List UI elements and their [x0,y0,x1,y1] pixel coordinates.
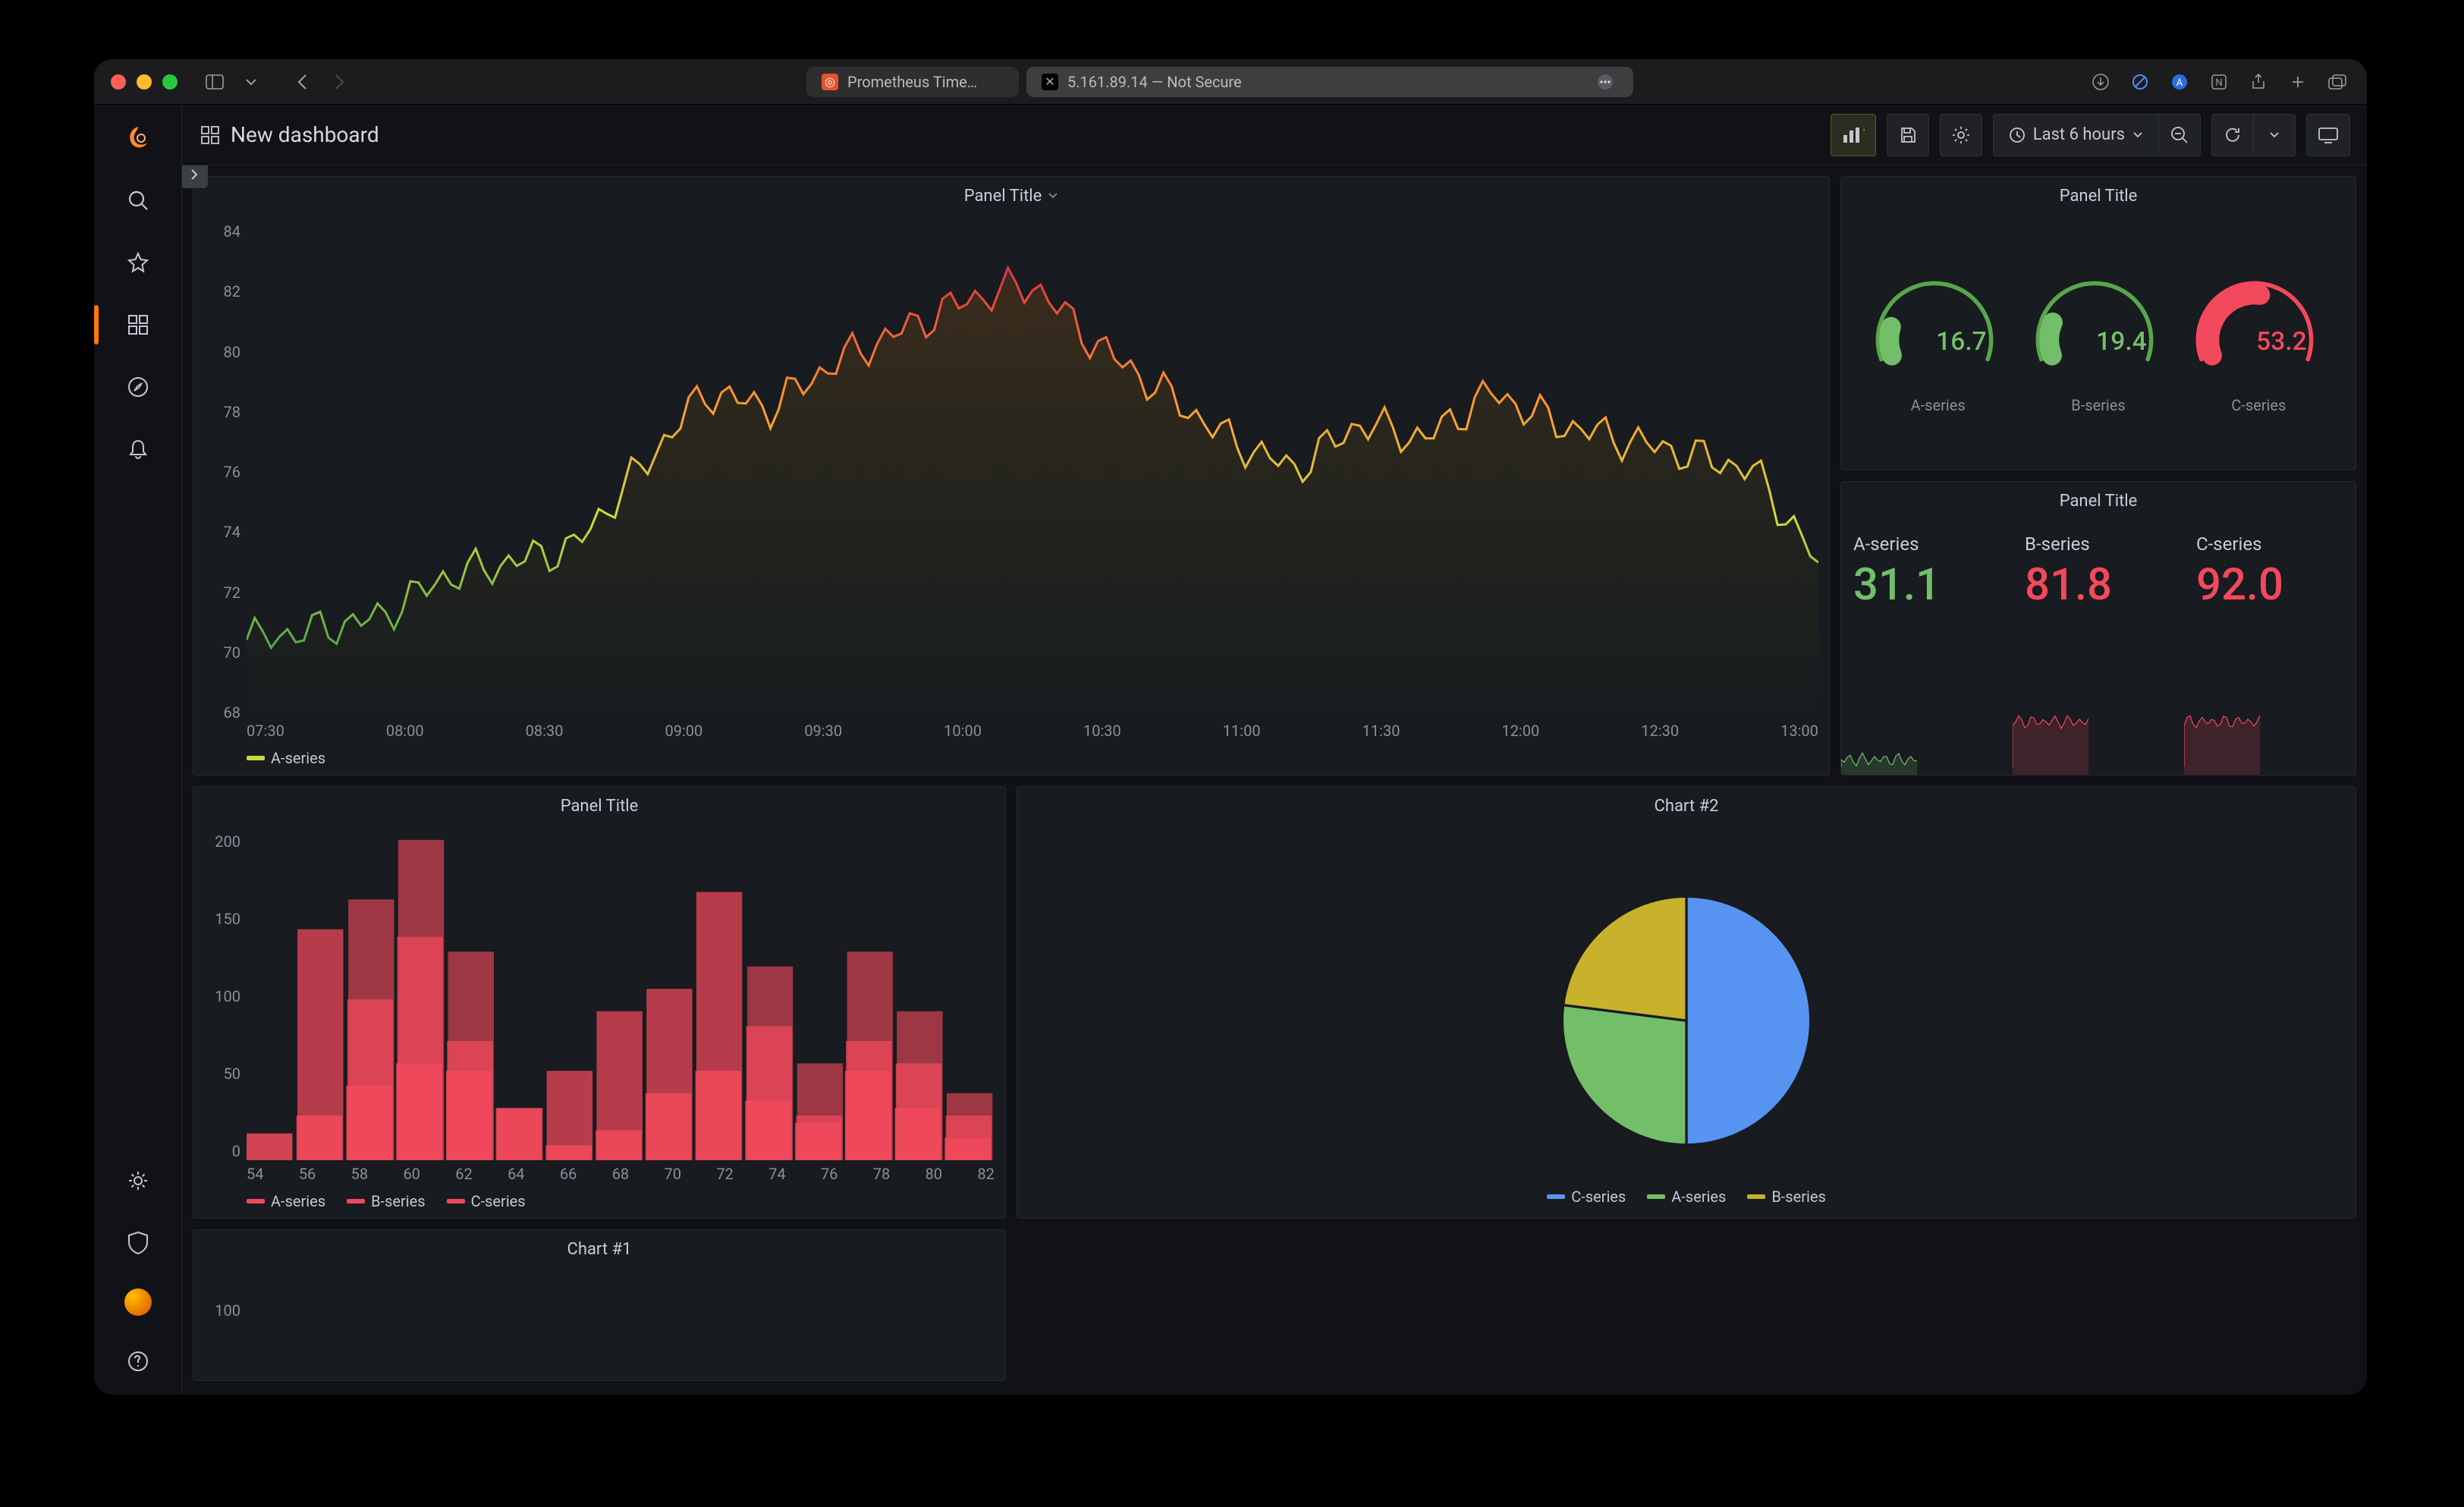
panel-pie[interactable]: Chart #2 C-series A-series B-series [1017,786,2356,1219]
y-axis: 100 [203,1271,240,1380]
grafana-favicon: ✕ [1042,74,1058,90]
extension-icon[interactable]: A [2167,69,2192,95]
y-axis: 050100150200 [203,832,240,1160]
stat: C-series 92.0 [2184,520,2356,775]
panel-title: Chart #2 [1655,797,1719,816]
dashboard-settings-button[interactable] [1940,114,1982,156]
back-button[interactable] [290,69,316,95]
panel-title: Chart #1 [567,1240,632,1259]
close-window-button[interactable] [111,74,126,90]
minimize-window-button[interactable] [137,74,152,90]
refresh-picker[interactable] [2211,114,2296,156]
alerts-icon[interactable] [121,433,155,466]
panel-chart1[interactable]: Chart #1 100 [193,1229,1006,1381]
panel-title: Panel Title [2060,187,2138,206]
search-icon[interactable] [121,184,155,217]
extension-icon-2[interactable]: N [2206,69,2232,95]
browser-tab-inactive[interactable]: ◎ Prometheus Time… [806,67,1019,97]
svg-text:A: A [2176,77,2183,89]
stat: B-series 81.8 [2013,520,2184,775]
chevron-down-icon [2132,131,2143,139]
tabs-overview-icon[interactable] [2324,69,2350,95]
time-picker[interactable]: Last 6 hours [1993,114,2201,156]
svg-text:N: N [2215,77,2222,89]
window-controls [111,74,178,90]
zoom-out-button[interactable] [2158,114,2201,156]
share-icon[interactable] [2246,69,2271,95]
panel-stats[interactable]: Panel Title A-series 31.1 B-series 81.8 … [1840,481,2356,776]
panel-title: Panel Title [2060,492,2138,511]
plot-area [247,222,1818,717]
svg-text:+: + [1863,126,1865,137]
help-icon[interactable] [121,1345,155,1378]
user-avatar[interactable] [124,1288,152,1316]
browser-titlebar: ◎ Prometheus Time… ✕ 5.161.89.14 — Not S… [94,59,2367,105]
panel-histogram[interactable]: Panel Title 050100150200 545658606264666… [193,786,1006,1219]
dashboard-topbar: New dashboard + Last [182,105,2367,165]
sidebar-toggle-icon[interactable] [202,69,228,95]
zoom-window-button[interactable] [162,74,178,90]
grafana-logo-icon[interactable] [121,121,155,155]
panel-gauges[interactable]: Panel Title 16.7 A-series 19.4 B-series … [1840,176,2356,470]
save-button[interactable] [1887,114,1929,156]
prometheus-favicon: ◎ [822,74,838,90]
chevron-down-icon[interactable] [1048,192,1058,200]
gauge: 53.2 C-series [2183,276,2334,414]
pie-chart [1550,884,1823,1157]
clock-icon [2009,127,2026,143]
time-range-label: Last 6 hours [2033,125,2125,144]
browser-tab-active[interactable]: ✕ 5.161.89.14 — Not Secure [1026,67,1633,97]
new-tab-icon[interactable] [2285,69,2311,95]
dashboards-icon[interactable] [121,308,155,341]
refresh-button[interactable] [2211,114,2254,156]
legend: A-series B-series C-series [247,1192,526,1210]
expand-handle[interactable] [182,165,208,188]
tab-title: Prometheus Time… [847,73,977,91]
svg-text:53.2: 53.2 [2256,327,2307,357]
stat: A-series 31.1 [1841,520,2013,775]
grafana-sidebar [94,105,182,1395]
shield-icon[interactable] [121,1226,155,1260]
chevron-down-icon[interactable] [238,69,264,95]
dashboard-grid: Panel Title 687072747678808284 [182,165,2367,1395]
gauge: 19.4 B-series [2022,276,2174,414]
x-axis: 545658606264666870727476788082 [247,1165,995,1183]
panel-title: Panel Title [561,797,639,816]
browser-window: ◎ Prometheus Time… ✕ 5.161.89.14 — Not S… [94,59,2367,1395]
explore-icon[interactable] [121,370,155,404]
dashboard-title[interactable]: New dashboard [231,122,379,147]
panel-title: Panel Title [964,187,1042,206]
refresh-interval-dropdown[interactable] [2253,114,2296,156]
add-panel-button[interactable]: + [1831,114,1876,156]
more-icon[interactable] [1592,69,1618,95]
svg-text:16.7: 16.7 [1936,327,1987,357]
y-axis: 687072747678808284 [203,222,240,722]
svg-text:19.4: 19.4 [2096,327,2147,357]
forward-button [326,69,352,95]
dashboard-icon [200,125,220,145]
star-icon[interactable] [121,246,155,279]
settings-icon[interactable] [121,1164,155,1197]
download-icon[interactable] [2088,69,2114,95]
gauge: 16.7 A-series [1862,276,2014,414]
tab-title: 5.161.89.14 — Not Secure [1067,73,1242,91]
tv-mode-button[interactable] [2306,114,2350,156]
x-axis: 07:3008:0008:3009:0009:3010:0010:3011:00… [247,722,1818,740]
panel-timeseries[interactable]: Panel Title 687072747678808284 [193,176,1830,776]
block-icon[interactable] [2127,69,2153,95]
legend: A-series [247,749,325,767]
plot-area [247,832,995,1160]
legend: C-series A-series B-series [1017,1188,2356,1206]
